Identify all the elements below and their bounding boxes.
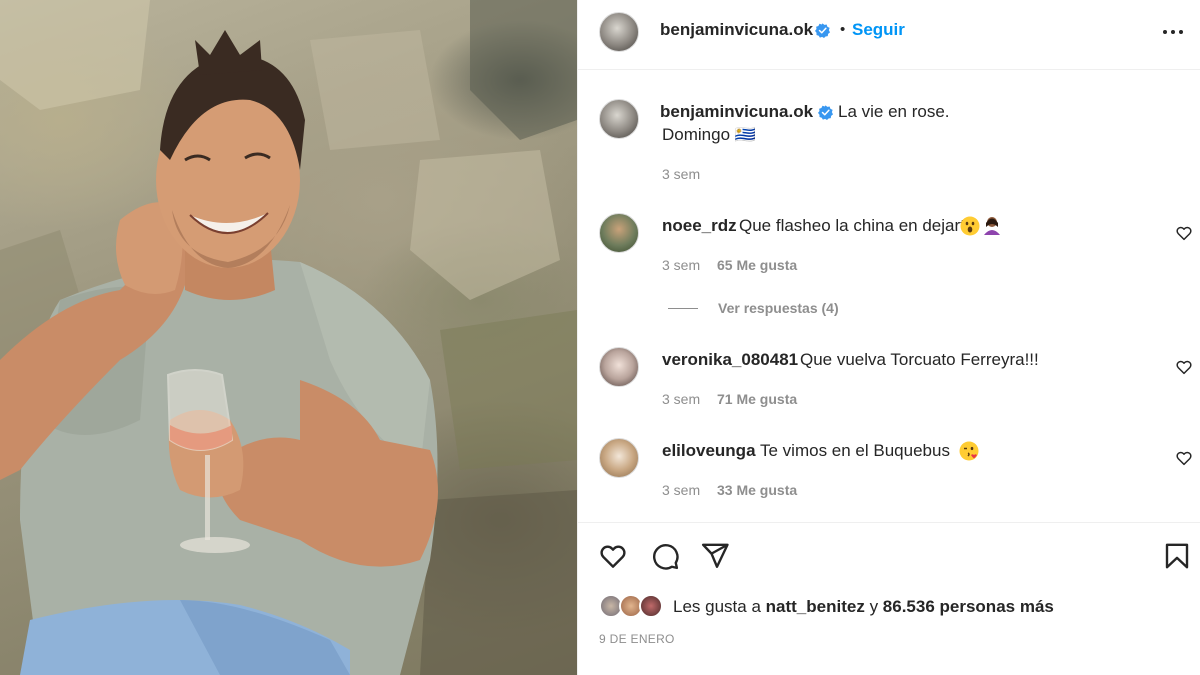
- likes-user-link[interactable]: natt_benitez: [766, 597, 865, 616]
- comment-like-heart-icon[interactable]: [1175, 449, 1193, 467]
- post-header: benjaminvicuna.ok • Seguir: [578, 0, 1200, 70]
- more-options-icon[interactable]: [1161, 20, 1185, 44]
- post-date[interactable]: 9 DE ENERO: [599, 632, 675, 646]
- caption-text-line1: La vie en rose.: [838, 102, 950, 121]
- post-photo-illustration: [0, 0, 577, 675]
- comment-username[interactable]: eliloveunga: [662, 441, 756, 461]
- verified-badge-icon: [815, 23, 830, 38]
- post-photo[interactable]: [0, 0, 577, 675]
- comment-time: 3 sem: [662, 257, 701, 273]
- caption-username[interactable]: benjaminvicuna.ok: [660, 102, 813, 122]
- post-details-panel: benjaminvicuna.ok • Seguir benjaminvicun…: [577, 0, 1200, 675]
- comment-time: 3 sem: [662, 482, 701, 498]
- heart-icon[interactable]: [598, 541, 628, 571]
- view-replies-button[interactable]: Ver respuestas (4): [718, 300, 839, 316]
- face-blowing-kiss-emoji: [959, 441, 979, 461]
- comment-likes[interactable]: 33 Me gusta: [717, 482, 797, 498]
- astonished-face-emoji: [960, 216, 980, 236]
- header-separator: •: [840, 21, 846, 38]
- verified-badge-icon: [818, 105, 833, 120]
- caption-text-line2: Domingo 🇺🇾: [662, 125, 756, 144]
- bookmark-icon[interactable]: [1162, 541, 1192, 571]
- comment-text: Que vuelva Torcuato Ferreyra!!!: [800, 350, 1039, 369]
- commenter-avatar[interactable]: [599, 438, 639, 478]
- woman-gesturing-emoji: [984, 217, 1000, 235]
- likes-connector: y: [869, 597, 879, 616]
- commenter-avatar[interactable]: [599, 213, 639, 253]
- comment-like-heart-icon[interactable]: [1175, 224, 1193, 242]
- comment-likes[interactable]: 65 Me gusta: [717, 257, 797, 273]
- likes-summary: Les gusta a natt_benitez y 86.536 person…: [673, 597, 1054, 617]
- comment-time: 3 sem: [662, 391, 701, 407]
- author-avatar[interactable]: [599, 12, 639, 52]
- comment-text: Que flasheo la china en dejarte: [739, 216, 975, 235]
- comment-username[interactable]: noee_rdz: [662, 216, 737, 236]
- likes-prefix: Les gusta a: [673, 597, 761, 616]
- liker-avatar[interactable]: [639, 594, 663, 618]
- commenter-avatar[interactable]: [599, 347, 639, 387]
- caption-avatar[interactable]: [599, 99, 639, 139]
- author-username[interactable]: benjaminvicuna.ok: [660, 20, 813, 40]
- comment-likes[interactable]: 71 Me gusta: [717, 391, 797, 407]
- replies-divider: [668, 308, 698, 309]
- follow-button[interactable]: Seguir: [852, 20, 905, 40]
- share-icon[interactable]: [700, 541, 730, 571]
- likes-others-link[interactable]: 86.536 personas más: [883, 597, 1054, 616]
- comment-like-heart-icon[interactable]: [1175, 358, 1193, 376]
- caption-time: 3 sem: [662, 166, 701, 182]
- comment-username[interactable]: veronika_080481: [662, 350, 798, 370]
- comment-icon[interactable]: [650, 541, 680, 571]
- comment-text: Te vimos en el Buquebus: [760, 441, 950, 460]
